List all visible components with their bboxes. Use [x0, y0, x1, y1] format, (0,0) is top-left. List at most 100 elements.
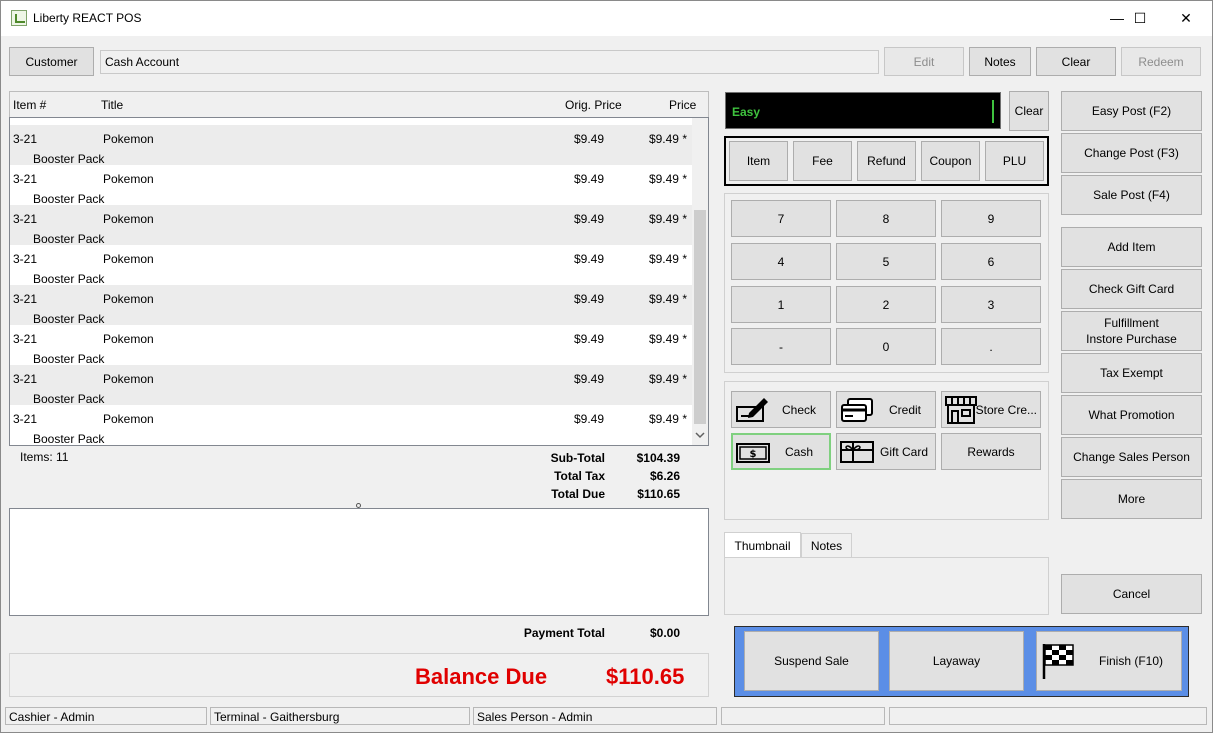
fulfillment-button[interactable]: Fulfillment Instore Purchase: [1061, 311, 1202, 351]
change-sales-person-button[interactable]: Change Sales Person: [1061, 437, 1202, 477]
tax-label: Total Tax: [554, 469, 605, 483]
table-row[interactable]: 3-21 Pokemon Booster Pack $9.49 $9.49 *: [10, 285, 692, 326]
keypad-7[interactable]: 7: [731, 200, 831, 237]
notes-button[interactable]: Notes: [969, 47, 1031, 76]
scroll-down-icon[interactable]: [695, 431, 705, 439]
sale-notes-area[interactable]: [9, 508, 709, 616]
entry-clear-button[interactable]: Clear: [1009, 91, 1049, 131]
redeem-button[interactable]: Redeem: [1121, 47, 1201, 76]
table-row[interactable]: 3-21 Pokemon Booster Pack $9.49 $9.49 *: [10, 165, 692, 206]
change-post-button[interactable]: Change Post (F3): [1061, 133, 1202, 173]
more-button[interactable]: More: [1061, 479, 1202, 519]
table-row[interactable]: 3-21 Pokemon Booster Pack $9.49 $9.49 *: [10, 365, 692, 406]
check-tender-button[interactable]: Check: [731, 391, 831, 428]
table-row[interactable]: 3-21 Pokemon Booster Pack $9.49 $9.49 *: [10, 245, 692, 286]
keypad-8[interactable]: 8: [836, 200, 936, 237]
entry-type-refund-button[interactable]: Refund: [857, 141, 916, 181]
keypad-4[interactable]: 4: [731, 243, 831, 280]
tab-thumbnail[interactable]: Thumbnail: [724, 532, 801, 558]
status-empty-2: [889, 707, 1207, 725]
row-title: Pokemon: [103, 172, 154, 186]
tax-value: $6.26: [649, 469, 680, 483]
keypad-6[interactable]: 6: [941, 243, 1041, 280]
keypad-3[interactable]: 3: [941, 286, 1041, 323]
tax-exempt-button[interactable]: Tax Exempt: [1061, 353, 1202, 393]
tab-content-panel: [724, 557, 1049, 615]
entry-type-item-button[interactable]: Item: [729, 141, 788, 181]
svg-text:$: $: [750, 449, 757, 460]
gift-card-label: Gift Card: [879, 444, 928, 459]
credit-tender-button[interactable]: Credit: [836, 391, 936, 428]
row-description: Booster Pack: [33, 232, 105, 246]
balance-due-panel: Balance Due $110.65: [9, 653, 709, 697]
column-item-number[interactable]: Item #: [13, 98, 46, 112]
column-orig-price[interactable]: Orig. Price: [565, 98, 622, 112]
title-bar: Liberty REACT POS — ☐ ✕: [0, 0, 1213, 36]
scrollbar-thumb[interactable]: [694, 210, 706, 424]
keypad-1[interactable]: 1: [731, 286, 831, 323]
check-pen-icon: [736, 398, 768, 422]
entry-type-plu-button[interactable]: PLU: [985, 141, 1044, 181]
credit-card-icon: [841, 398, 873, 422]
sale-post-button[interactable]: Sale Post (F4): [1061, 175, 1202, 215]
gift-card-tender-button[interactable]: Gift Card: [836, 433, 936, 470]
suspend-sale-button[interactable]: Suspend Sale: [744, 631, 879, 691]
status-cashier: Cashier - Admin: [5, 707, 207, 725]
row-price: $9.49 *: [648, 172, 687, 186]
check-gift-card-button[interactable]: Check Gift Card: [1061, 269, 1202, 309]
entry-display[interactable]: Easy: [725, 92, 1001, 129]
easy-post-button[interactable]: Easy Post (F2): [1061, 91, 1202, 131]
row-item-number: 3-21: [13, 332, 38, 346]
row-title: Pokemon: [103, 132, 154, 146]
row-price: $9.49 *: [648, 372, 687, 386]
close-icon[interactable]: ✕: [1163, 0, 1209, 36]
row-price: $9.49 *: [648, 212, 687, 226]
gift-card-icon: [840, 441, 874, 463]
table-row[interactable]: 3-21 Pokemon Booster Pack $9.49 $9.49 *: [10, 325, 692, 366]
add-item-button[interactable]: Add Item: [1061, 227, 1202, 267]
balance-due-label: Balance Due: [415, 664, 548, 689]
keypad-5[interactable]: 5: [836, 243, 936, 280]
keypad-2[interactable]: 2: [836, 286, 936, 323]
row-item-number: 3-21: [13, 172, 38, 186]
row-orig-price: $9.49: [573, 172, 604, 186]
row-price: $9.49 *: [648, 132, 687, 146]
tab-notes[interactable]: Notes: [801, 533, 852, 558]
items-count: Items: 11: [20, 450, 69, 464]
row-item-number: 3-21: [13, 292, 38, 306]
keypad-9[interactable]: 9: [941, 200, 1041, 237]
cancel-sale-button[interactable]: Cancel: [1061, 574, 1202, 614]
row-orig-price: $9.49: [573, 372, 604, 386]
item-grid-header: Item # Title Orig. Price Price: [9, 91, 709, 117]
column-price[interactable]: Price: [669, 98, 696, 112]
row-description: Booster Pack: [33, 432, 105, 446]
table-row[interactable]: 3-21 Pokemon Booster Pack $9.49 $9.49 *: [10, 205, 692, 246]
clear-customer-button[interactable]: Clear: [1036, 47, 1116, 76]
entry-type-coupon-button[interactable]: Coupon: [921, 141, 980, 181]
cash-tender-button[interactable]: $ Cash: [731, 433, 831, 470]
store-credit-tender-button[interactable]: Store Cre...: [941, 391, 1041, 428]
finish-button[interactable]: Finish (F10): [1036, 631, 1182, 691]
table-row[interactable]: 3-21 Pokemon Booster Pack $9.49 $9.49 *: [10, 125, 692, 166]
entry-type-fee-button[interactable]: Fee: [793, 141, 852, 181]
row-price: $9.49 *: [648, 412, 687, 426]
edit-button[interactable]: Edit: [884, 47, 964, 76]
row-orig-price: $9.49: [573, 252, 604, 266]
row-item-number: 3-21: [13, 252, 38, 266]
rewards-tender-button[interactable]: Rewards: [941, 433, 1041, 470]
keypad-0[interactable]: 0: [836, 328, 936, 365]
keypad-decimal[interactable]: .: [941, 328, 1041, 365]
layaway-button[interactable]: Layaway: [889, 631, 1024, 691]
cash-label: Cash: [784, 444, 813, 459]
table-row[interactable]: 3-21 Pokemon Booster Pack $9.49 $9.49 *: [10, 405, 692, 445]
app-icon: [11, 10, 27, 26]
maximize-icon[interactable]: ☐: [1117, 0, 1163, 36]
column-title[interactable]: Title: [101, 98, 123, 112]
customer-field[interactable]: Cash Account: [100, 50, 879, 74]
what-promotion-button[interactable]: What Promotion: [1061, 395, 1202, 435]
grid-scrollbar[interactable]: [692, 118, 708, 445]
payment-total-value: $0.00: [649, 626, 680, 640]
customer-button[interactable]: Customer: [9, 47, 94, 76]
row-item-number: 3-21: [13, 132, 38, 146]
keypad-minus[interactable]: -: [731, 328, 831, 365]
